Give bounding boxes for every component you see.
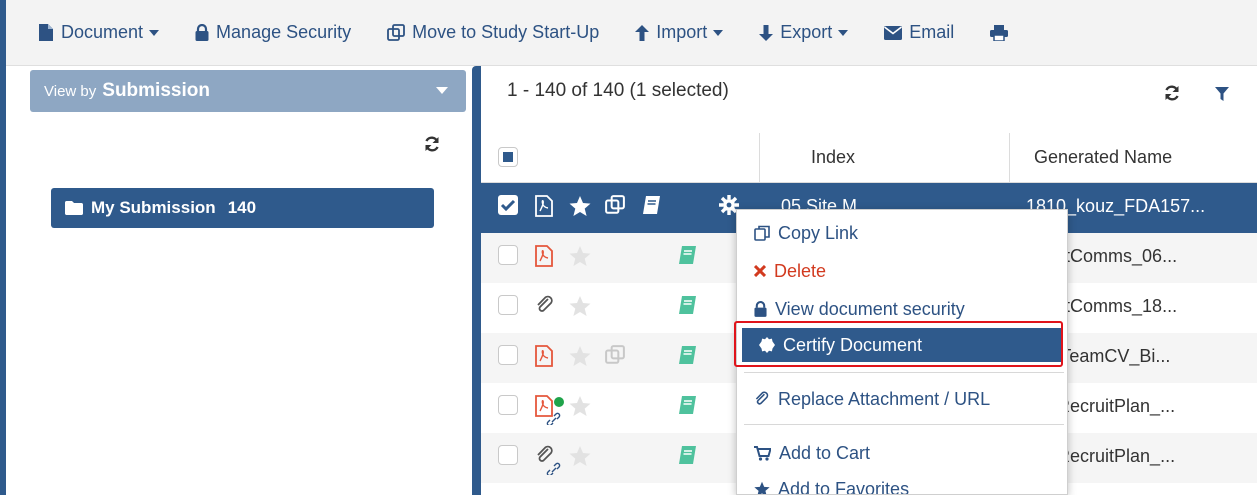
export-menu-button[interactable]: Export [759, 22, 849, 43]
column-header-generated-name[interactable]: Generated Name [1034, 147, 1172, 168]
document-icon [39, 24, 53, 41]
column-divider [759, 133, 760, 183]
row-checkbox[interactable] [498, 345, 518, 365]
caret-down-icon [713, 29, 724, 36]
print-icon [990, 24, 1009, 41]
caret-down-icon [838, 29, 849, 36]
folder-item-my-submission[interactable]: My Submission 140 [51, 188, 434, 228]
menu-item-label: Add to Favorites [778, 478, 910, 495]
column-divider [1009, 133, 1010, 183]
select-all-checkbox[interactable] [498, 147, 518, 167]
paperclip-linked-icon[interactable] [535, 445, 565, 475]
navigation-panel: View by Submission My Submission 140 [6, 66, 472, 495]
lock-icon [195, 24, 209, 41]
star-icon[interactable] [569, 445, 591, 467]
menu-item-add-to-favorites[interactable]: Add to Favorites [737, 472, 1067, 495]
menu-item-add-to-cart[interactable]: Add to Cart [737, 436, 1067, 470]
star-icon[interactable] [569, 195, 591, 217]
move-copy-icon [387, 23, 406, 41]
caret-down-icon [436, 87, 448, 94]
lock-icon [754, 301, 767, 317]
menu-item-label: Replace Attachment / URL [778, 388, 991, 409]
grid-header-bar: 1 - 140 of 140 (1 selected) [481, 66, 1257, 130]
row-checkbox[interactable] [498, 445, 518, 465]
star-icon [754, 481, 770, 494]
book-icon[interactable] [677, 245, 697, 265]
menu-item-label: View document security [775, 298, 965, 319]
close-icon [754, 265, 766, 277]
row-checkbox[interactable] [498, 295, 518, 315]
star-icon[interactable] [569, 395, 591, 417]
email-button[interactable]: Email [884, 22, 954, 43]
star-icon[interactable] [569, 245, 591, 267]
menu-item-label: Add to Cart [779, 442, 871, 463]
row-checkbox[interactable] [498, 395, 518, 415]
menu-item-label: Delete [774, 260, 827, 281]
row-checkbox[interactable] [498, 195, 518, 215]
folder-label: My Submission [91, 198, 216, 217]
manage-security-button[interactable]: Manage Security [195, 22, 351, 43]
menu-item-delete[interactable]: Delete [737, 254, 1067, 288]
column-header-row: Index Generated Name [481, 133, 1257, 183]
folder-icon [65, 201, 83, 215]
partial-select-mark [503, 152, 513, 162]
folder-count: 140 [227, 198, 257, 217]
menu-divider [744, 372, 1064, 373]
book-icon[interactable] [677, 345, 697, 365]
import-menu-button[interactable]: Import [635, 22, 724, 43]
export-menu-label: Export [780, 22, 833, 42]
book-icon[interactable] [677, 445, 697, 465]
manage-security-label: Manage Security [216, 22, 352, 42]
caret-down-icon [149, 29, 160, 36]
menu-divider [744, 424, 1064, 425]
menu-item-label: Copy Link [778, 222, 859, 243]
menu-item-copy-link[interactable]: Copy Link [737, 216, 1067, 250]
panel-splitter[interactable] [472, 66, 481, 495]
arrow-up-icon [635, 24, 650, 41]
row-checkbox[interactable] [498, 245, 518, 265]
copy-icon [754, 225, 770, 241]
document-menu-label: Document [61, 22, 144, 42]
print-button[interactable] [990, 24, 1015, 41]
pdf-icon[interactable] [535, 195, 553, 217]
star-icon[interactable] [569, 345, 591, 367]
email-label: Email [909, 22, 955, 42]
move-to-study-label: Move to Study Start-Up [412, 22, 600, 42]
refresh-icon[interactable] [424, 136, 440, 152]
paperclip-icon [755, 391, 769, 405]
star-icon[interactable] [569, 295, 591, 317]
document-menu-button[interactable]: Document [38, 22, 160, 43]
record-count: 1 - 140 of 140 (1 selected) [507, 80, 729, 101]
view-by-value: Submission [102, 80, 210, 101]
cart-icon [754, 445, 771, 461]
view-by-prefix: View by [44, 82, 97, 100]
book-icon[interactable] [677, 295, 697, 315]
menu-item-replace-attachment[interactable]: Replace Attachment / URL [737, 382, 1067, 416]
refresh-icon[interactable] [1164, 85, 1180, 101]
toolbar: Document Manage Security Move to Study S… [6, 0, 1257, 66]
pdf-icon[interactable] [535, 345, 553, 367]
highlight-annotation [734, 321, 1063, 367]
pdf-linked-icon[interactable] [535, 395, 565, 425]
move-copy-icon[interactable] [605, 345, 625, 365]
checkmark-icon [500, 199, 516, 212]
filter-icon[interactable] [1215, 87, 1229, 101]
paperclip-icon[interactable] [535, 295, 555, 315]
envelope-icon [884, 25, 903, 40]
view-by-dropdown[interactable]: View by Submission [30, 70, 466, 112]
pdf-icon[interactable] [535, 245, 553, 267]
arrow-down-icon [759, 24, 774, 41]
column-header-index[interactable]: Index [811, 147, 855, 168]
move-to-study-button[interactable]: Move to Study Start-Up [387, 22, 599, 43]
move-copy-icon[interactable] [605, 195, 625, 215]
import-menu-label: Import [656, 22, 708, 42]
book-icon[interactable] [677, 395, 697, 415]
book-icon[interactable] [641, 195, 661, 215]
